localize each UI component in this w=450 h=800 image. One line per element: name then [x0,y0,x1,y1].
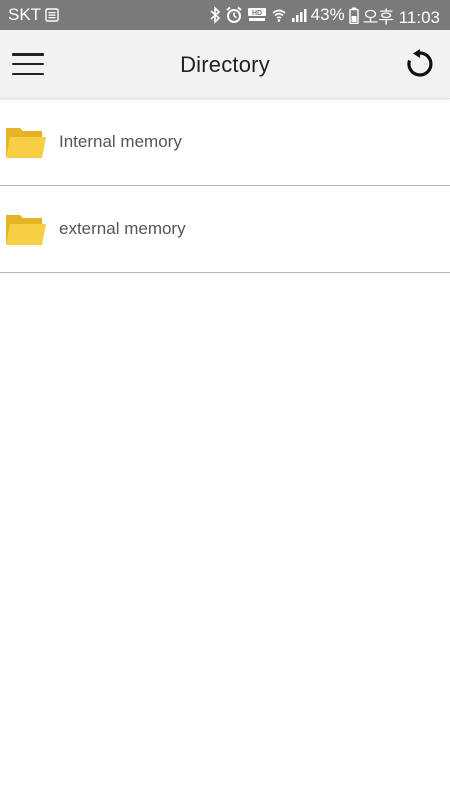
directory-label: Internal memory [59,132,182,151]
app-toolbar: Directory [0,30,450,99]
status-bar-left: SKT [8,5,59,25]
list-item-external-memory[interactable]: external memory [0,186,450,273]
directory-list: Internal memory external memory [0,99,450,273]
alarm-icon [225,6,243,24]
clock-time: 오후 11:03 [362,7,440,27]
status-bar: SKT HD 43% 오후 11:03 [0,0,450,30]
hd-voice-icon: HD [247,7,267,23]
directory-label: external memory [59,219,186,238]
bluetooth-icon [209,6,221,24]
battery-icon [349,7,359,24]
carrier-label: SKT [8,5,42,24]
list-item-internal-memory[interactable]: Internal memory [0,99,450,186]
battery-percent: 43% [310,5,345,24]
folder-icon [6,128,46,158]
svg-text:HD: HD [252,10,262,17]
status-bar-right: HD 43% 오후 11:03 [209,3,440,28]
wifi-icon [271,7,287,23]
refresh-icon[interactable] [402,46,438,82]
signal-icon [291,7,307,23]
sim-icon [45,8,59,22]
folder-icon [6,215,46,245]
page-title: Directory [180,52,270,77]
